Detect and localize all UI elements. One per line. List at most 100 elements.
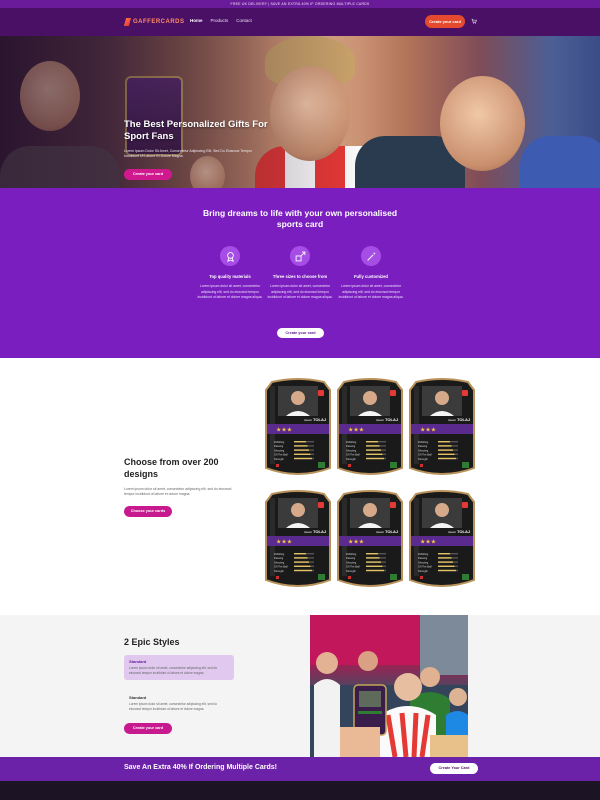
- svg-text:Passing: Passing: [274, 556, 284, 560]
- card-stars: ★★★: [348, 539, 364, 546]
- card-stars: ★★★: [420, 427, 436, 434]
- svg-text:Strength: Strength: [274, 457, 284, 461]
- nav-create-card-button[interactable]: Create your card: [425, 15, 465, 28]
- style-option-text: Lorem ipsum dolor sit amet, consectetur …: [129, 702, 218, 711]
- cta-banner-create-card-button[interactable]: Create Your Card: [430, 763, 478, 774]
- player-card-design[interactable]: Ipsum TOLAJ ★★★ Dribbling Passing Shooti…: [408, 376, 476, 480]
- svg-text:Dribbling: Dribbling: [346, 440, 357, 444]
- svg-text:Strength: Strength: [346, 569, 356, 573]
- svg-text:Dribbling: Dribbling: [274, 552, 285, 556]
- svg-text:Dribbling: Dribbling: [346, 552, 357, 556]
- svg-text:Shooting: Shooting: [418, 560, 429, 564]
- card-name: Ipsum TOLAJ: [304, 529, 326, 534]
- features-section: Bring dreams to life with your own perso…: [0, 188, 600, 358]
- designs-title: Choose from over 200 designs: [124, 457, 219, 479]
- svg-text:Passing: Passing: [418, 444, 428, 448]
- player-card-design[interactable]: Ipsum TOLAJ ★★★ Dribbling Passing Shooti…: [264, 488, 332, 592]
- cta-banner-text: Save An Extra 40% If Ordering Multiple C…: [124, 764, 278, 771]
- svg-text:Strength: Strength: [274, 569, 284, 573]
- kids-with-card-photo: [310, 615, 468, 757]
- svg-text:Passing: Passing: [346, 444, 356, 448]
- feature-text: Lorem ipsum dolor sit amet, consectetur …: [338, 284, 404, 299]
- style-option-text: Lorem ipsum dolor sit amet, consectetur …: [129, 666, 218, 675]
- card-name: Ipsum TOLAJ: [448, 417, 470, 422]
- card-name: Ipsum TOLAJ: [304, 417, 326, 422]
- style-option-name: Standard: [129, 695, 147, 700]
- svg-text:Dribbling: Dribbling: [274, 440, 285, 444]
- svg-text:Shooting: Shooting: [274, 448, 285, 452]
- card-name: Ipsum TOLAJ: [376, 417, 398, 422]
- svg-text:Shooting: Shooting: [274, 560, 285, 564]
- svg-text:Off The Ball: Off The Ball: [418, 565, 432, 569]
- styles-create-card-button[interactable]: Create your card: [124, 723, 172, 734]
- logo-icon: [123, 18, 132, 26]
- hero-overlay: [0, 36, 600, 188]
- styles-title: 2 Epic Styles: [124, 637, 180, 647]
- svg-text:Shooting: Shooting: [418, 448, 429, 452]
- svg-text:Off The Ball: Off The Ball: [346, 565, 360, 569]
- svg-text:Dribbling: Dribbling: [418, 552, 429, 556]
- nav-link-contact[interactable]: Contact: [236, 18, 252, 23]
- hero-create-card-button[interactable]: Create your card: [124, 169, 172, 180]
- card-graphic: Ipsum TOLAJ ★★★ Dribbling Passing Shooti…: [337, 378, 403, 475]
- features-create-card-button[interactable]: Create your card: [277, 328, 324, 338]
- svg-text:Shooting: Shooting: [346, 448, 357, 452]
- card-stars: ★★★: [276, 539, 292, 546]
- feature-customized: Fully customized Lorem ipsum dolor sit a…: [336, 246, 406, 301]
- choose-cards-button[interactable]: Choose your cards: [124, 506, 172, 517]
- svg-text:Passing: Passing: [274, 444, 284, 448]
- feature-text: Lorem ipsum dolor sit amet, consectetur …: [267, 284, 333, 299]
- svg-text:Passing: Passing: [418, 556, 428, 560]
- nav-link-home[interactable]: Home: [190, 18, 203, 23]
- svg-text:Shooting: Shooting: [346, 560, 357, 564]
- player-card-design[interactable]: Ipsum TOLAJ ★★★ Dribbling Passing Shooti…: [264, 376, 332, 480]
- card-stars: ★★★: [420, 539, 436, 546]
- promo-bar: FREE UK DELIVERY | SAVE AN EXTRA 40% IF …: [0, 0, 600, 8]
- nav-links: Home Products Contact: [190, 18, 252, 23]
- svg-text:Off The Ball: Off The Ball: [274, 453, 288, 457]
- navbar: GAFFERCARDS Home Products Contact Create…: [0, 8, 600, 36]
- hero-section: The Best Personalized Gifts For Sport Fa…: [0, 36, 600, 188]
- card-graphic: Ipsum TOLAJ ★★★ Dribbling Passing Shooti…: [409, 490, 475, 587]
- styles-section: 2 Epic Styles Standard Lorem ipsum dolor…: [0, 615, 600, 757]
- feature-title: Top quality materials: [209, 274, 251, 279]
- svg-text:Passing: Passing: [346, 556, 356, 560]
- player-card-design[interactable]: Ipsum TOLAJ ★★★ Dribbling Passing Shooti…: [408, 488, 476, 592]
- magic-wand-icon: [361, 246, 381, 266]
- svg-text:Off The Ball: Off The Ball: [346, 453, 360, 457]
- footer: [0, 781, 600, 800]
- designs-section: Choose from over 200 designs Lorem ipsum…: [0, 358, 600, 615]
- player-card-design[interactable]: Ipsum TOLAJ ★★★ Dribbling Passing Shooti…: [336, 376, 404, 480]
- svg-text:Off The Ball: Off The Ball: [274, 565, 288, 569]
- card-graphic: Ipsum TOLAJ ★★★ Dribbling Passing Shooti…: [265, 490, 331, 587]
- resize-icon: [290, 246, 310, 266]
- card-graphic: Ipsum TOLAJ ★★★ Dribbling Passing Shooti…: [265, 378, 331, 475]
- nav-link-products[interactable]: Products: [211, 18, 229, 23]
- style-option-name: Standard: [129, 659, 147, 664]
- feature-text: Lorem ipsum dolor sit amet, consectetur …: [197, 284, 263, 299]
- feature-sizes: Three sizes to choose from Lorem ipsum d…: [265, 246, 335, 301]
- cart-icon[interactable]: [471, 18, 477, 24]
- card-stars: ★★★: [348, 427, 364, 434]
- logo-text: GAFFERCARDS: [133, 19, 185, 25]
- logo[interactable]: GAFFERCARDS: [123, 17, 185, 27]
- hero-title: The Best Personalized Gifts For Sport Fa…: [124, 119, 268, 142]
- designs-text: Lorem ipsum dolor sit amet, consectetur …: [124, 487, 232, 496]
- card-name: Ipsum TOLAJ: [448, 529, 470, 534]
- style-option-standard[interactable]: Standard Lorem ipsum dolor sit amet, con…: [124, 655, 234, 680]
- card-graphic: Ipsum TOLAJ ★★★ Dribbling Passing Shooti…: [337, 490, 403, 587]
- card-name: Ipsum TOLAJ: [376, 529, 398, 534]
- svg-text:Dribbling: Dribbling: [418, 440, 429, 444]
- svg-text:Strength: Strength: [418, 457, 428, 461]
- feature-title: Three sizes to choose from: [272, 274, 328, 279]
- svg-text:Off The Ball: Off The Ball: [418, 453, 432, 457]
- features-title: Bring dreams to life with your own perso…: [202, 208, 398, 229]
- cta-banner: Save An Extra 40% If Ordering Multiple C…: [0, 757, 600, 781]
- svg-text:Strength: Strength: [346, 457, 356, 461]
- svg-text:Strength: Strength: [418, 569, 428, 573]
- hero-text: Lorem Ipsum Dolor Sit Amet, Consectetur …: [124, 149, 252, 158]
- player-card-design[interactable]: Ipsum TOLAJ ★★★ Dribbling Passing Shooti…: [336, 488, 404, 592]
- card-graphic: Ipsum TOLAJ ★★★ Dribbling Passing Shooti…: [409, 378, 475, 475]
- style-option-standard[interactable]: Standard Lorem ipsum dolor sit amet, con…: [124, 691, 234, 716]
- card-stars: ★★★: [276, 427, 292, 434]
